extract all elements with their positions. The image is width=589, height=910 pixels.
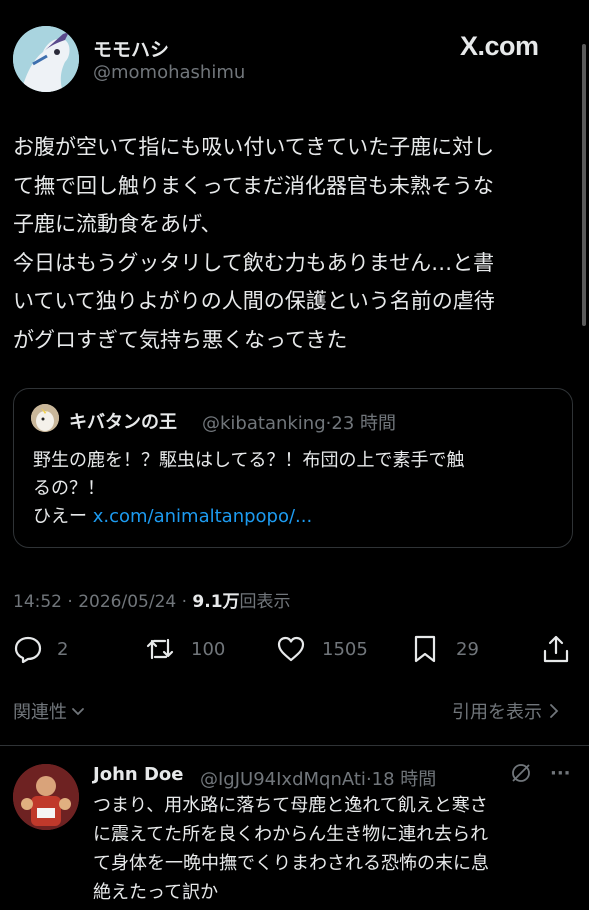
share-icon bbox=[543, 635, 569, 663]
reply-icon bbox=[14, 636, 42, 664]
like-count: 1505 bbox=[322, 638, 368, 660]
quoted-author-avatar bbox=[31, 404, 59, 432]
retweet-icon bbox=[146, 638, 174, 660]
divider bbox=[0, 745, 589, 746]
tweet-time[interactable]: 14:52 bbox=[13, 592, 62, 612]
bookmark-icon bbox=[414, 635, 436, 663]
reply-avatar-image bbox=[13, 764, 79, 830]
tweet-meta: 14:52 · 2026/05/24 · 9.1万回表示 bbox=[13, 587, 291, 612]
views-count: 9.1万 bbox=[192, 592, 240, 612]
bookmark-count: 29 bbox=[456, 638, 479, 660]
meta-sep-2: · bbox=[181, 592, 188, 612]
more-icon[interactable]: ··· bbox=[550, 763, 571, 784]
avatar-image bbox=[13, 26, 79, 92]
author-name[interactable]: モモハシ bbox=[93, 35, 169, 62]
reply-author-avatar[interactable] bbox=[13, 764, 79, 830]
reply-author-handle[interactable]: @IgJU94IxdMqnAti bbox=[200, 769, 366, 790]
retweet-button[interactable]: 100 bbox=[145, 633, 225, 665]
sort-label: 関連性 bbox=[13, 702, 67, 723]
quoted-time: 23 時間 bbox=[331, 413, 397, 434]
author-avatar[interactable] bbox=[13, 26, 79, 92]
retweet-count: 100 bbox=[191, 638, 226, 660]
share-button[interactable] bbox=[541, 633, 571, 665]
view-quotes-button[interactable]: 引用を表示 bbox=[452, 698, 560, 724]
quoted-avatar-image bbox=[31, 404, 59, 432]
like-icon bbox=[277, 636, 305, 662]
reply-author-name[interactable]: John Doe bbox=[93, 764, 183, 785]
quoted-tweet-card[interactable]: キバタンの王 @kibatanking·23 時間 野生の鹿を！？駆虫はしてる？… bbox=[13, 388, 573, 548]
like-button[interactable]: 1505 bbox=[276, 633, 368, 665]
tweet-date[interactable]: 2026/05/24 bbox=[78, 592, 176, 612]
quoted-author-handle: @kibatanking bbox=[202, 413, 326, 434]
chevron-right-icon bbox=[550, 704, 559, 718]
bookmark-button[interactable]: 29 bbox=[410, 633, 479, 665]
reply-button[interactable]: 2 bbox=[13, 633, 68, 665]
grok-icon[interactable] bbox=[510, 762, 532, 784]
quoted-link[interactable]: x.com/animaltanpopo/... bbox=[93, 506, 313, 527]
scrollbar[interactable] bbox=[582, 44, 586, 326]
reply-time: 18 時間 bbox=[371, 769, 437, 790]
quoted-author-meta: @kibatanking·23 時間 bbox=[202, 409, 396, 435]
quoted-author-name: キバタンの王 bbox=[69, 412, 177, 433]
view-quotes-label: 引用を表示 bbox=[452, 702, 542, 723]
x-com-logo: X.com bbox=[460, 31, 539, 61]
reply-count: 2 bbox=[57, 638, 69, 660]
sort-relevance-button[interactable]: 関連性 bbox=[13, 698, 85, 724]
reply-text: つまり、用水路に落ちて母鹿と逸れて飢えと寒さ に震えてた所を良くわからん生き物に… bbox=[93, 795, 489, 903]
author-handle[interactable]: @momohashimu bbox=[93, 62, 245, 83]
quoted-tweet-text: 野生の鹿を！？駆虫はしてる？！布団の上で素手で触 るの？！ ひえー x.com/… bbox=[33, 447, 563, 531]
chevron-down-icon bbox=[72, 708, 84, 716]
meta-sep-1: · bbox=[67, 592, 73, 612]
views-label: 回表示 bbox=[239, 592, 291, 612]
tweet-text: お腹が空いて指にも吸い付いてきていた子鹿に対し て撫で回し触りまくってまだ消化器… bbox=[13, 135, 495, 352]
reply-actions: ··· bbox=[510, 762, 571, 784]
reply-author-meta: @IgJU94IxdMqnAti·18 時間 bbox=[200, 765, 436, 791]
